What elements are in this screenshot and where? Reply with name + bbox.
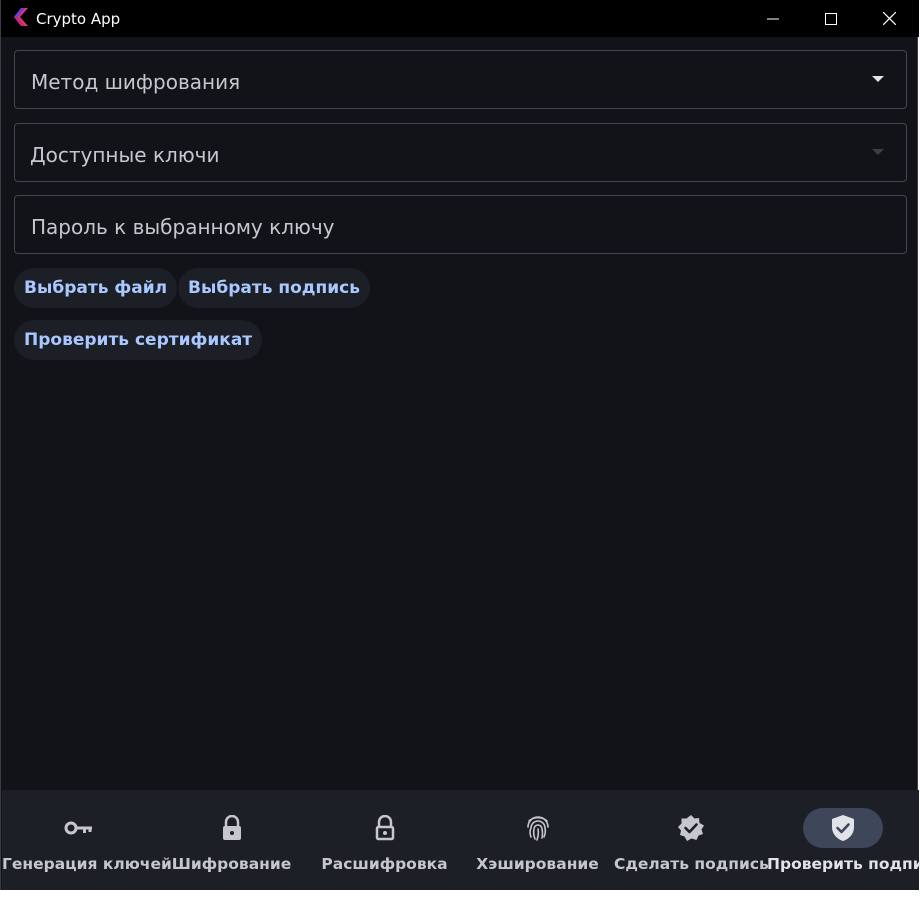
dropdown-arrow-icon [872,76,884,82]
bottom-navigation: Генерация ключей Шифрование Расшифровка … [2,790,920,890]
nav-label: Расшифровка [321,855,448,873]
nav-label: Шифрование [171,855,292,873]
nav-item-key-generation[interactable]: Генерация ключей [2,790,172,890]
verified-shield-icon [832,815,854,841]
fingerprint-icon [526,816,549,841]
available-keys-dropdown[interactable]: Доступные ключи [14,123,907,182]
nav-label: Проверить подпись [767,855,920,873]
choose-file-button[interactable]: Выбрать файл [14,268,178,308]
verified-badge-icon [677,815,704,841]
choose-signature-button[interactable]: Выбрать подпись [178,268,371,308]
nav-label: Генерация ключей [2,855,172,873]
nav-item-decryption[interactable]: Расшифровка [308,790,461,890]
app-window: Crypto App Метод шифрования Доступные кл… [0,0,920,890]
minimize-icon [767,18,779,19]
nav-item-hashing[interactable]: Хэширование [461,790,614,890]
nav-indicator [39,808,119,848]
encryption-method-label: Метод шифрования [31,70,241,94]
close-button[interactable] [861,0,917,37]
nav-indicator [192,808,272,848]
maximize-button[interactable] [803,0,859,37]
nav-item-verify[interactable]: Проверить подпись [767,790,920,890]
title-bar[interactable]: Crypto App [1,0,919,37]
key-icon [64,821,92,835]
nav-indicator [498,808,578,848]
nav-indicator-active [803,808,883,848]
lock-open-icon [375,815,394,841]
app-logo-icon [12,8,28,26]
nav-item-encryption[interactable]: Шифрование [155,790,308,890]
close-icon [882,12,896,25]
minimize-button[interactable] [745,0,801,37]
lock-icon [222,815,241,840]
dropdown-arrow-icon [872,149,884,155]
key-password-label: Пароль к выбранному ключу [31,215,335,239]
encryption-method-dropdown[interactable]: Метод шифрования [14,50,907,109]
check-certificate-button[interactable]: Проверить сертификат [14,320,263,360]
nav-indicator [651,808,731,848]
nav-item-sign[interactable]: Сделать подпись [614,790,769,890]
nav-label: Сделать подпись [614,855,769,873]
window-title: Crypto App [36,10,121,28]
available-keys-label: Доступные ключи [30,143,220,167]
maximize-icon [825,12,837,25]
nav-indicator [345,808,425,848]
key-password-field[interactable]: Пароль к выбранному ключу [14,195,907,254]
nav-label: Хэширование [476,855,599,873]
